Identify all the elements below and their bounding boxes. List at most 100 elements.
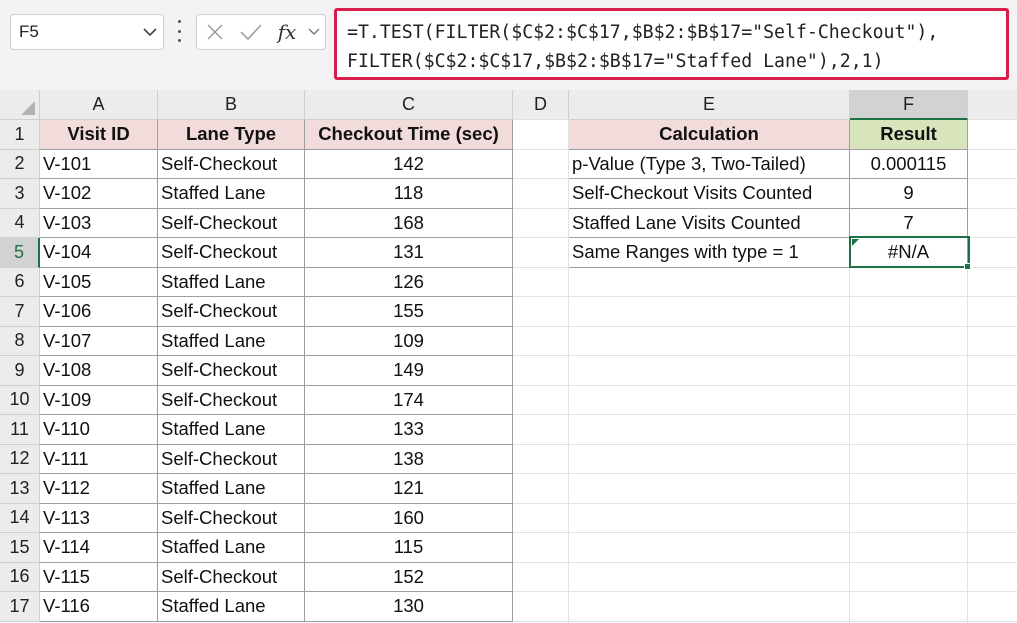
row-header-14[interactable]: 14 (0, 503, 40, 533)
row-header-13[interactable]: 13 (0, 474, 40, 504)
table-header-visit-id[interactable]: Visit ID (40, 120, 158, 150)
table-cell[interactable]: Staffed Lane (158, 474, 305, 504)
calc-header-result[interactable]: Result (850, 120, 968, 150)
table-cell[interactable]: 133 (305, 415, 513, 445)
row-header-3[interactable]: 3 (0, 179, 40, 209)
column-header-a[interactable]: A (40, 90, 158, 120)
table-cell[interactable]: V-104 (40, 238, 158, 268)
table-cell[interactable]: 126 (305, 267, 513, 297)
row-header-16[interactable]: 16 (0, 562, 40, 592)
table-cell[interactable]: 138 (305, 444, 513, 474)
row-header-2[interactable]: 2 (0, 149, 40, 179)
table-cell[interactable]: Self-Checkout (158, 385, 305, 415)
chevron-down-icon[interactable] (305, 15, 323, 49)
table-cell[interactable]: Self-Checkout (158, 297, 305, 327)
table-cell[interactable]: Self-Checkout (158, 444, 305, 474)
table-cell[interactable]: Staffed Lane (158, 415, 305, 445)
table-cell[interactable]: 149 (305, 356, 513, 386)
enter-check-icon[interactable] (233, 15, 269, 49)
table-cell[interactable]: V-101 (40, 149, 158, 179)
table-cell[interactable]: 115 (305, 533, 513, 563)
row-header-4[interactable]: 4 (0, 208, 40, 238)
row-header-12[interactable]: 12 (0, 444, 40, 474)
fill-handle[interactable] (964, 263, 971, 270)
select-all-icon (21, 101, 35, 115)
column-header-d[interactable]: D (513, 90, 569, 120)
table-cell[interactable]: Self-Checkout (158, 503, 305, 533)
table-cell[interactable]: 155 (305, 297, 513, 327)
row-header-17[interactable]: 17 (0, 592, 40, 622)
insert-function-button[interactable]: fx (269, 15, 305, 49)
table-cell[interactable]: 152 (305, 562, 513, 592)
column-header-f[interactable]: F (850, 90, 968, 120)
table-cell[interactable]: Staffed Lane (158, 326, 305, 356)
table-cell[interactable]: V-114 (40, 533, 158, 563)
row-header-1[interactable]: 1 (0, 120, 40, 150)
column-header-c[interactable]: C (305, 90, 513, 120)
name-box[interactable]: F5 (10, 14, 164, 50)
column-header-e[interactable]: E (569, 90, 850, 120)
table-cell[interactable]: Staffed Lane (158, 179, 305, 209)
table-cell[interactable]: 131 (305, 238, 513, 268)
row-header-7[interactable]: 7 (0, 297, 40, 327)
table-cell[interactable]: 168 (305, 208, 513, 238)
table-header-checkout-time[interactable]: Checkout Time (sec) (305, 120, 513, 150)
table-cell[interactable]: V-106 (40, 297, 158, 327)
calc-result[interactable]: 0.000115 (850, 149, 968, 179)
calc-result[interactable]: 9 (850, 179, 968, 209)
table-cell[interactable]: 121 (305, 474, 513, 504)
table-cell[interactable]: Self-Checkout (158, 238, 305, 268)
table-cell[interactable]: V-109 (40, 385, 158, 415)
row-header-15[interactable]: 15 (0, 533, 40, 563)
table-cell[interactable]: V-105 (40, 267, 158, 297)
table-header-lane-type[interactable]: Lane Type (158, 120, 305, 150)
error-indicator-icon (852, 239, 859, 246)
formula-line-1: =T.TEST(FILTER($C$2:$C$17,$B$2:$B$17="Se… (347, 22, 939, 43)
cancel-x-icon[interactable] (197, 15, 233, 49)
select-all-corner[interactable] (0, 90, 40, 120)
table-cell[interactable]: V-108 (40, 356, 158, 386)
calc-label[interactable]: Self-Checkout Visits Counted (569, 179, 850, 209)
table-cell[interactable]: V-112 (40, 474, 158, 504)
row-header-11[interactable]: 11 (0, 415, 40, 445)
table-cell[interactable]: 118 (305, 179, 513, 209)
table-cell[interactable]: V-116 (40, 592, 158, 622)
calc-result[interactable]: 7 (850, 208, 968, 238)
calc-label[interactable]: p-Value (Type 3, Two-Tailed) (569, 149, 850, 179)
column-header-g[interactable] (968, 90, 1017, 120)
table-cell[interactable]: V-115 (40, 562, 158, 592)
table-cell[interactable]: Self-Checkout (158, 562, 305, 592)
table-cell[interactable]: Staffed Lane (158, 592, 305, 622)
table-cell[interactable]: 160 (305, 503, 513, 533)
table-cell[interactable]: 142 (305, 149, 513, 179)
name-box-value[interactable]: F5 (11, 22, 137, 42)
table-cell[interactable]: Self-Checkout (158, 149, 305, 179)
row-header-9[interactable]: 9 (0, 356, 40, 386)
table-cell[interactable]: 174 (305, 385, 513, 415)
table-cell[interactable]: 109 (305, 326, 513, 356)
table-cell[interactable]: Self-Checkout (158, 356, 305, 386)
table-cell[interactable]: Staffed Lane (158, 533, 305, 563)
row-header-6[interactable]: 6 (0, 267, 40, 297)
column-header-b[interactable]: B (158, 90, 305, 120)
more-options-icon[interactable] (174, 20, 184, 42)
calc-header-calculation[interactable]: Calculation (569, 120, 850, 150)
table-cell[interactable]: V-111 (40, 444, 158, 474)
table-cell[interactable]: V-102 (40, 179, 158, 209)
table-cell[interactable]: V-113 (40, 503, 158, 533)
formula-buttons: fx (196, 14, 326, 50)
calc-result[interactable]: #N/A (850, 238, 968, 268)
calc-label[interactable]: Same Ranges with type = 1 (569, 238, 850, 268)
chevron-down-icon[interactable] (137, 15, 163, 49)
calc-label[interactable]: Staffed Lane Visits Counted (569, 208, 850, 238)
row-header-10[interactable]: 10 (0, 385, 40, 415)
table-cell[interactable]: 130 (305, 592, 513, 622)
table-cell[interactable]: Staffed Lane (158, 267, 305, 297)
table-cell[interactable]: V-103 (40, 208, 158, 238)
row-header-5[interactable]: 5 (0, 238, 40, 268)
table-cell[interactable]: V-110 (40, 415, 158, 445)
table-cell[interactable]: V-107 (40, 326, 158, 356)
table-cell[interactable]: Self-Checkout (158, 208, 305, 238)
formula-input[interactable]: =T.TEST(FILTER($C$2:$C$17,$B$2:$B$17="Se… (334, 8, 1009, 80)
row-header-8[interactable]: 8 (0, 326, 40, 356)
